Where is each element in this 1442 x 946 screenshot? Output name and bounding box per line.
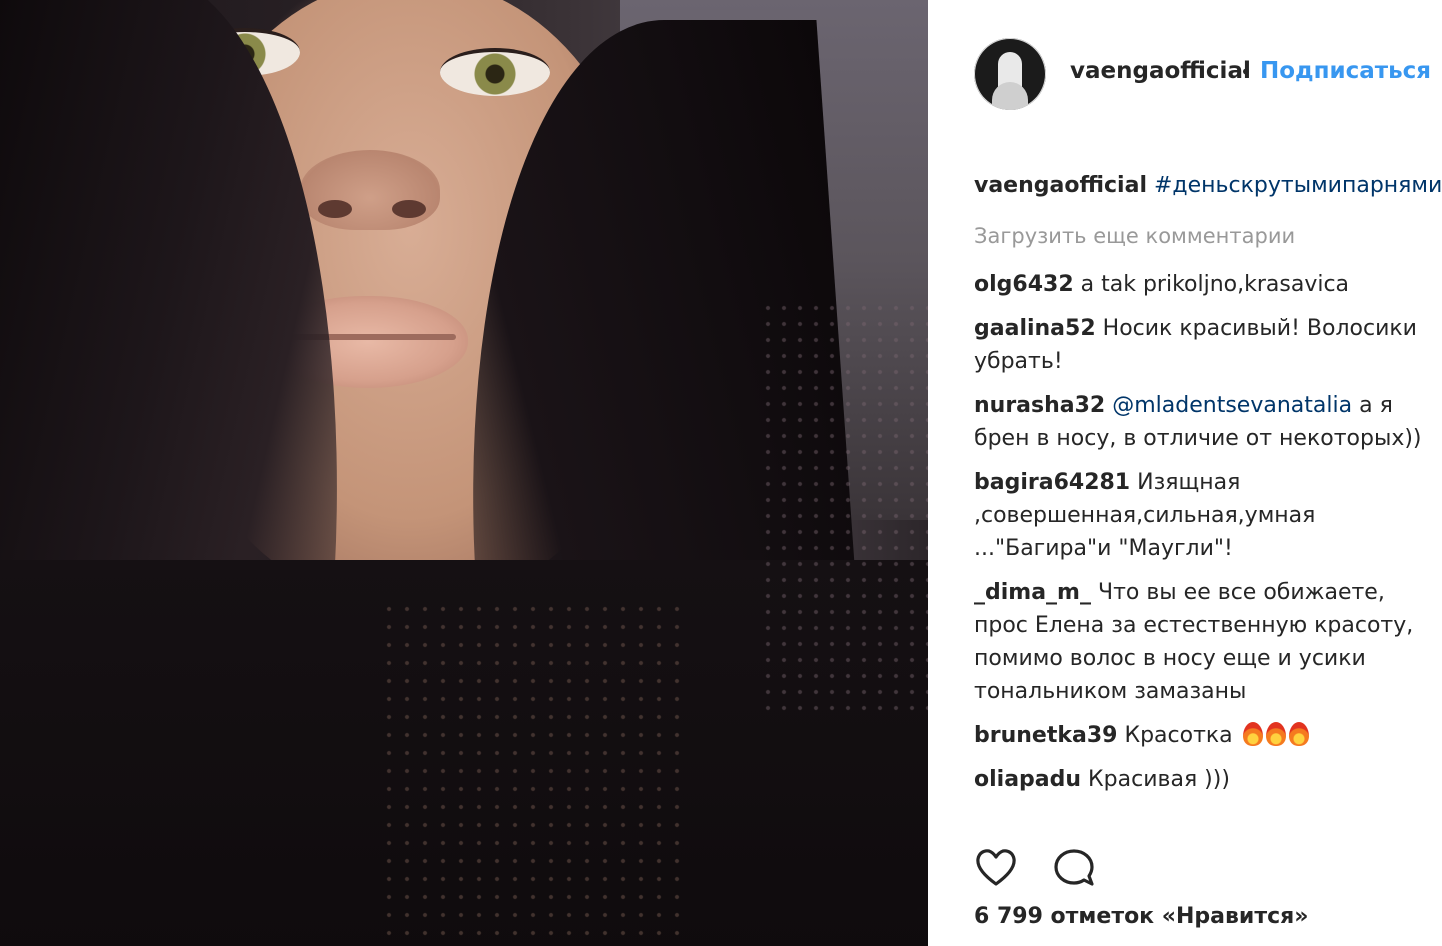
heart-icon[interactable]: [974, 846, 1018, 890]
follow-button[interactable]: Подписаться: [1260, 58, 1431, 84]
comment: bagira64281 Изящная ,совершенная,сильная…: [974, 466, 1442, 565]
post-side-panel: vaengaofficial • Подписаться vaengaoffic…: [928, 0, 1442, 946]
comment-text: a tak prikoljno,krasavica: [1080, 272, 1350, 297]
likes-count[interactable]: 6 799 отметок «Нравится»: [974, 904, 1308, 929]
comment-username[interactable]: oliapadu: [974, 767, 1081, 792]
post-caption: vaengaofficial #деньскрутымипарнями(: [974, 170, 1442, 206]
comment-username[interactable]: brunetka39: [974, 723, 1117, 748]
avatar[interactable]: [974, 38, 1046, 110]
comments-list[interactable]: vaengaofficial #деньскрутымипарнями( Заг…: [974, 170, 1442, 826]
photo-eye-right: [440, 48, 550, 96]
comment-username[interactable]: gaalina52: [974, 316, 1096, 341]
comment-username[interactable]: olg6432: [974, 272, 1074, 297]
photo-lace-pattern: [380, 600, 680, 946]
comment: _dima_m_ Что вы ее все обижаете, прос Ел…: [974, 576, 1442, 708]
header-separator: •: [1240, 60, 1252, 84]
photo-lace-pattern: [760, 300, 928, 720]
post-actions: [974, 846, 1174, 890]
header-username[interactable]: vaengaofficial: [1070, 58, 1251, 84]
photo-nose: [300, 150, 440, 230]
comment-bubble-icon[interactable]: [1052, 846, 1096, 890]
comment: gaalina52 Носик красивый! Волосики убрат…: [974, 312, 1442, 378]
instagram-post: vaengaofficial • Подписаться vaengaoffic…: [0, 0, 1442, 946]
comment-username[interactable]: bagira64281: [974, 470, 1130, 495]
load-more-comments-link[interactable]: Загрузить еще комментарии: [974, 220, 1442, 268]
comment-mention[interactable]: @mladentsevanatalia: [1112, 393, 1352, 418]
comment: oliapadu Красивая ))): [974, 763, 1442, 796]
fire-emoji-icon: [1242, 722, 1263, 746]
fire-emoji-icon: [1265, 722, 1286, 746]
comment-text: Красивая ))): [1088, 767, 1230, 792]
comment: olg6432 a tak prikoljno,krasavica: [974, 268, 1442, 301]
post-photo[interactable]: [0, 0, 928, 946]
photo-nostril: [392, 200, 426, 218]
comment-username[interactable]: nurasha32: [974, 393, 1105, 418]
caption-username[interactable]: vaengaofficial: [974, 173, 1147, 198]
caption-hashtag[interactable]: #деньскрутымипарнями(: [1154, 173, 1442, 198]
fire-emoji-icon: [1288, 722, 1309, 746]
comment-username[interactable]: _dima_m_: [974, 580, 1091, 605]
comment: nurasha32 @mladentsevanatalia а я брен в…: [974, 389, 1442, 455]
comment-text: Красотка: [1124, 723, 1233, 748]
comment: brunetka39 Красотка: [974, 719, 1442, 752]
comments-fade: [928, 806, 1442, 832]
avatar-figure-body: [992, 82, 1028, 110]
post-header: vaengaofficial • Подписаться: [928, 0, 1442, 150]
photo-nostril: [318, 200, 352, 218]
